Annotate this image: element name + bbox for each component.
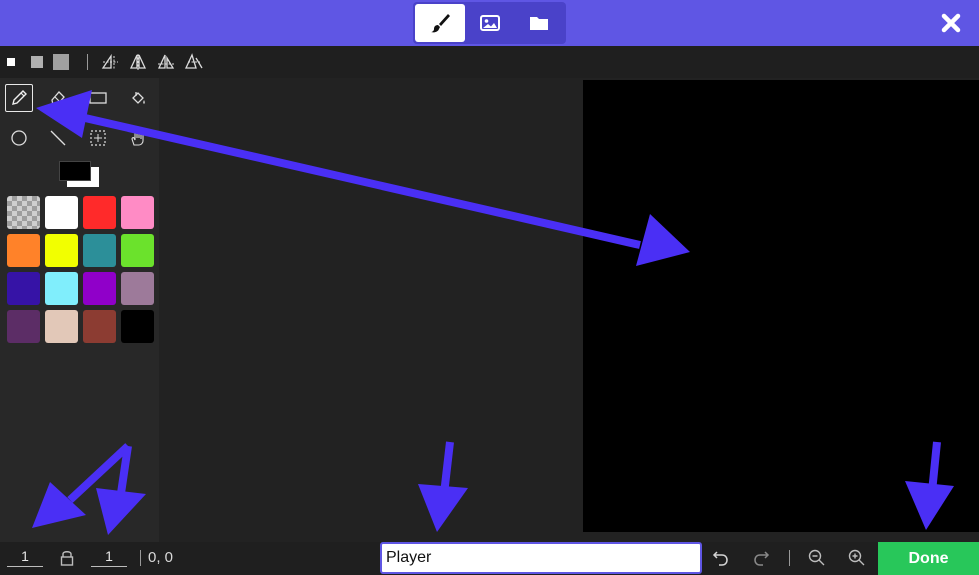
rectangle-icon [89, 92, 107, 104]
pencil-tool[interactable] [5, 84, 33, 112]
canvas-width-input[interactable] [7, 545, 43, 567]
zoom-out-button[interactable] [805, 546, 829, 570]
brush-icon [430, 14, 450, 33]
circle-tool[interactable] [5, 124, 33, 152]
redo-icon [754, 551, 770, 566]
footer-divider [789, 550, 790, 566]
color-swatch[interactable] [83, 272, 116, 305]
pan-tool[interactable] [124, 124, 152, 152]
eraser-icon [51, 91, 65, 106]
symmetry-horizontal-icon[interactable] [100, 52, 120, 72]
color-swatch-transparent[interactable] [7, 196, 40, 229]
symmetry-radial-icon[interactable] [184, 52, 204, 72]
color-swatch[interactable] [45, 196, 78, 229]
zoom-in-icon [848, 549, 865, 566]
marquee-icon [90, 130, 106, 146]
foreground-color-swatch[interactable] [59, 161, 91, 181]
mode-switcher [413, 2, 566, 44]
color-swatch[interactable] [45, 310, 78, 343]
canvas-height-input[interactable] [91, 545, 127, 567]
hand-icon [131, 130, 144, 146]
color-swatch[interactable] [83, 196, 116, 229]
image-icon [479, 15, 500, 31]
sprite-name-input[interactable] [380, 542, 702, 574]
close-icon [941, 13, 961, 33]
symmetry-both-icon[interactable] [156, 52, 176, 72]
cursor-coordinates: 0, 0 [148, 549, 174, 566]
done-button[interactable]: Done [878, 542, 979, 575]
header-bar [0, 0, 979, 46]
close-button[interactable] [938, 10, 964, 36]
brush-size-medium[interactable] [31, 56, 43, 68]
zoom-out-icon [808, 549, 825, 566]
brush-size-large[interactable] [53, 54, 69, 70]
line-tool[interactable] [44, 124, 72, 152]
color-swatch[interactable] [83, 234, 116, 267]
symmetry-vertical-icon[interactable] [128, 52, 148, 72]
color-swatch[interactable] [83, 310, 116, 343]
paint-bucket-icon [132, 92, 145, 104]
redo-button[interactable] [749, 546, 773, 570]
image-mode-button[interactable] [465, 4, 515, 42]
select-tool[interactable] [84, 124, 112, 152]
folder-icon [530, 17, 549, 30]
zoom-in-button[interactable] [845, 546, 869, 570]
color-swatch[interactable] [7, 234, 40, 267]
rectangle-tool[interactable] [84, 84, 112, 112]
undo-icon [712, 551, 728, 566]
folder-mode-button[interactable] [514, 4, 564, 42]
eraser-tool[interactable] [44, 84, 72, 112]
color-swatch[interactable] [7, 272, 40, 305]
paint-mode-button[interactable] [415, 4, 465, 42]
aspect-lock-button[interactable] [59, 549, 75, 567]
color-swatch[interactable] [45, 272, 78, 305]
color-swatch[interactable] [121, 272, 154, 305]
color-swatch[interactable] [121, 310, 154, 343]
lock-icon [60, 551, 74, 566]
fill-tool[interactable] [124, 84, 152, 112]
footer-divider [140, 550, 141, 566]
circle-icon [11, 130, 27, 146]
sprite-editor: 0, 0 Done [0, 0, 979, 575]
color-swatch[interactable] [7, 310, 40, 343]
drawing-canvas[interactable] [583, 80, 979, 532]
color-swatch[interactable] [45, 234, 78, 267]
undo-button[interactable] [709, 546, 733, 570]
options-divider [87, 54, 88, 70]
color-swatch[interactable] [121, 196, 154, 229]
color-swatch[interactable] [121, 234, 154, 267]
line-icon [50, 130, 66, 146]
brush-size-small[interactable] [7, 58, 15, 66]
pencil-icon [12, 90, 27, 105]
